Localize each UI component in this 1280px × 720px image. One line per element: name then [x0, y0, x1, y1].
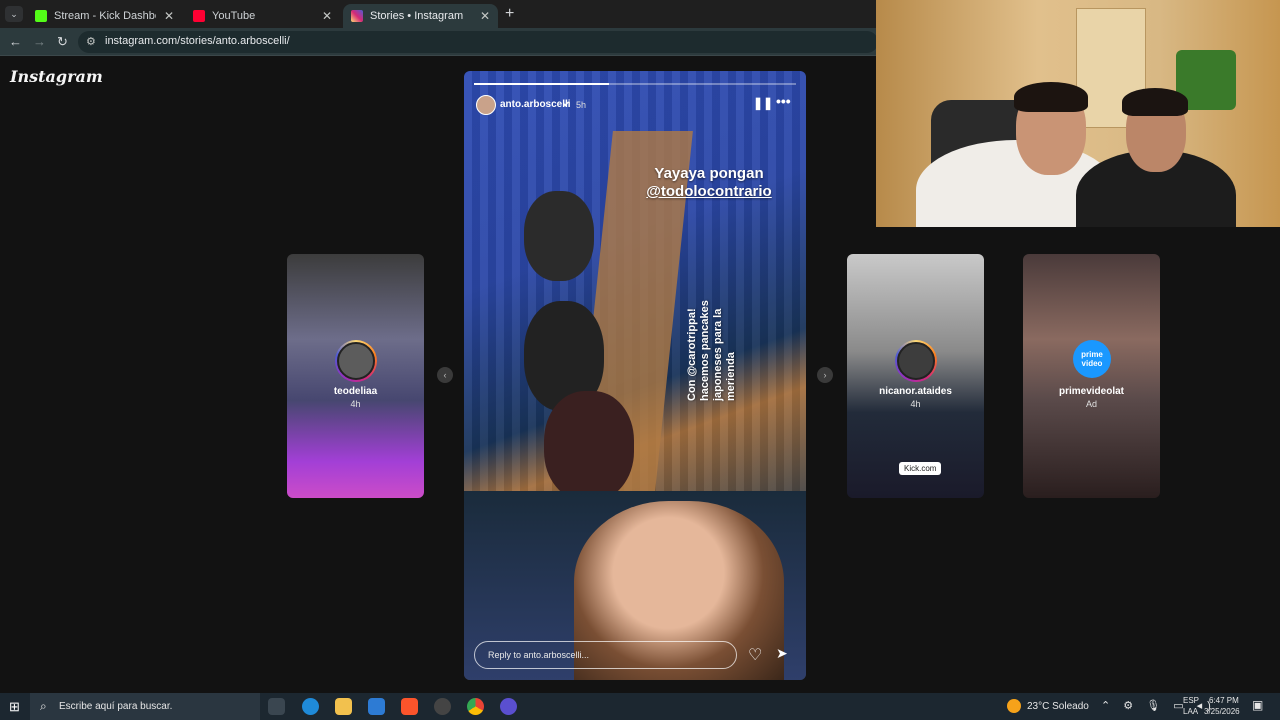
reply-placeholder: Reply to anto.arboscelli... — [488, 650, 590, 660]
address-bar[interactable]: ⚙ instagram.com/stories/anto.arboscelli/ — [78, 31, 878, 53]
tab-search-button[interactable]: ⌄ — [5, 6, 23, 22]
tab-youtube[interactable]: YouTube ✕ — [185, 4, 340, 28]
story-username: primevideolat — [1058, 386, 1125, 397]
rotated-caption-line: merienda — [725, 352, 737, 401]
reload-icon[interactable]: ↻ — [57, 34, 68, 50]
avatar — [895, 340, 937, 382]
store-icon[interactable] — [368, 698, 385, 715]
instagram-favicon-icon — [351, 10, 363, 22]
close-tab-icon[interactable]: ✕ — [322, 9, 332, 23]
active-story[interactable]: anto.arboscelli ✔ 5h ❚❚ ••• Yayaya ponga… — [464, 71, 806, 680]
close-tab-icon[interactable]: ✕ — [480, 9, 490, 23]
kick-link-sticker[interactable]: Kick.com — [899, 462, 942, 475]
tab-label: Stories • Instagram — [370, 10, 464, 22]
taskbar-search-input[interactable]: ⌕ Escribe aquí para buscar. — [30, 693, 260, 720]
tab-instagram-stories[interactable]: Stories • Instagram ✕ — [343, 4, 498, 28]
windows-taskbar: ⊞ ⌕ Escribe aquí para buscar. 23°C Solea… — [0, 693, 1280, 720]
close-tab-icon[interactable]: ✕ — [164, 9, 174, 23]
tab-label: YouTube — [212, 10, 256, 22]
rotated-caption-line: hacemos pancakes — [699, 300, 711, 401]
story-time: 4h — [910, 399, 921, 409]
next-story-button[interactable]: › — [817, 367, 833, 383]
side-story-primevideolat[interactable]: prime video primevideolat Ad — [1023, 254, 1160, 498]
side-story-nicanor-ataides[interactable]: nicanor.ataides 4h Kick.com — [847, 254, 984, 498]
more-options-icon[interactable]: ••• — [776, 93, 791, 109]
search-placeholder: Escribe aquí para buscar. — [59, 701, 173, 712]
avatar — [335, 340, 377, 382]
file-explorer-icon[interactable] — [335, 698, 352, 715]
tab-label: Stream - Kick Dashboard — [54, 10, 156, 22]
side-story-teodeliaa[interactable]: teodeliaa 4h — [287, 254, 424, 498]
forward-icon[interactable]: → — [33, 34, 46, 49]
obs-icon[interactable] — [434, 698, 451, 715]
kick-favicon-icon — [35, 10, 47, 22]
prime-video-logo: prime video — [1073, 340, 1111, 378]
new-tab-button[interactable]: + — [505, 5, 514, 23]
windows-start-icon[interactable]: ⊞ — [9, 699, 20, 715]
send-icon[interactable]: ➤ — [776, 645, 788, 662]
heart-icon[interactable]: ♡ — [748, 645, 762, 665]
brave-icon[interactable] — [401, 698, 418, 715]
weather-widget[interactable]: 23°C Soleado — [1027, 701, 1089, 712]
url-text[interactable]: instagram.com/stories/anto.arboscelli/ — [105, 35, 290, 47]
ad-label: Ad — [1085, 399, 1097, 409]
story-mention[interactable]: @todolocontrario — [614, 183, 804, 200]
notifications-icon[interactable]: ▣ — [1252, 698, 1263, 712]
task-view-icon[interactable] — [268, 698, 285, 715]
app-icon[interactable] — [500, 698, 517, 715]
back-icon[interactable]: ← — [9, 34, 22, 49]
search-icon: ⌕ — [40, 699, 47, 713]
edge-icon[interactable] — [302, 698, 319, 715]
avatar[interactable] — [476, 95, 496, 115]
story-caption-line1: Yayaya pongan — [654, 165, 764, 182]
rotated-caption-line: japoneses para la — [712, 308, 724, 401]
clock-date[interactable]: 3/25/2026 — [1204, 707, 1240, 716]
verified-badge-icon: ✔ — [563, 99, 571, 109]
sun-icon — [1007, 699, 1021, 713]
story-username[interactable]: anto.arboscelli — [500, 99, 571, 110]
story-username: teodeliaa — [333, 386, 378, 397]
instagram-logo[interactable]: Instagram — [10, 67, 103, 86]
previous-story-button[interactable]: ‹ — [437, 367, 453, 383]
clock-time[interactable]: 6:47 PM — [1209, 696, 1239, 705]
story-time: 4h — [350, 399, 361, 409]
story-username: nicanor.ataides — [879, 386, 952, 397]
tab-kick-dashboard[interactable]: Stream - Kick Dashboard ✕ — [27, 4, 182, 28]
story-progress-bar — [474, 83, 796, 85]
rotated-caption-line: Con @carotrippa! — [686, 308, 698, 401]
story-rotated-caption: Con @carotrippa! hacemos pancakes japone… — [686, 241, 738, 401]
pause-icon[interactable]: ❚❚ — [753, 96, 773, 110]
site-info-icon[interactable]: ⚙ — [86, 35, 96, 48]
youtube-favicon-icon — [193, 10, 205, 22]
language-indicator[interactable]: ESP — [1183, 696, 1199, 705]
chrome-icon[interactable] — [467, 698, 484, 715]
reply-input[interactable]: Reply to anto.arboscelli... — [474, 641, 737, 669]
keyboard-layout-indicator[interactable]: LAA — [1183, 707, 1198, 716]
webcam-overlay — [876, 0, 1280, 227]
story-time: 5h — [576, 100, 587, 110]
